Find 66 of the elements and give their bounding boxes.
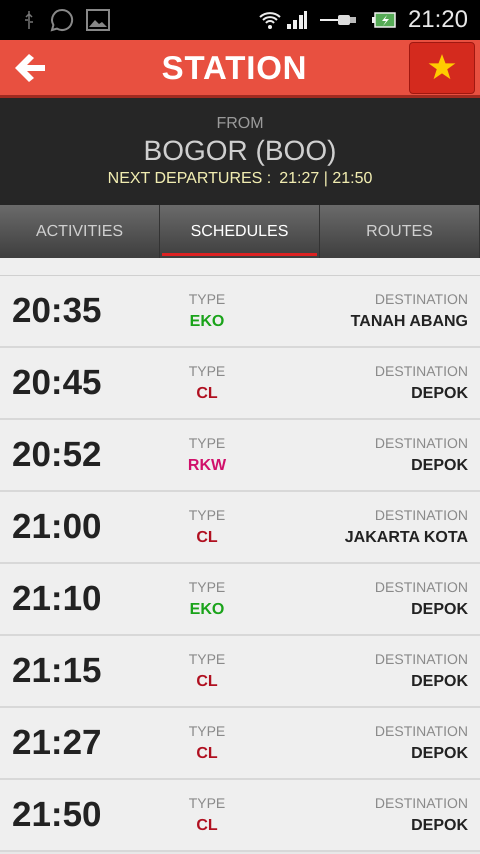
- type-label: TYPE: [188, 290, 226, 308]
- departure-time: 21:00: [12, 506, 103, 548]
- signal-icon: [286, 10, 308, 30]
- destination: TANAH ABANG: [350, 312, 468, 332]
- train-type: RKW: [188, 456, 226, 476]
- type-label: TYPE: [188, 650, 226, 668]
- departure-time: 21:15: [12, 650, 103, 692]
- train-type: CL: [196, 816, 218, 836]
- schedule-row[interactable]: 20:45 TYPE CL DESTINATION DEPOK: [0, 348, 480, 420]
- schedule-row[interactable]: 20:35 TYPE EKO DESTINATION TANAH ABANG: [0, 276, 480, 348]
- schedule-row[interactable]: 21:27 TYPE CL DESTINATION DEPOK: [0, 708, 480, 780]
- destination-label: DESTINATION: [374, 290, 468, 308]
- destination-label: DESTINATION: [374, 362, 468, 380]
- train-type: CL: [196, 528, 218, 548]
- departure-time: 21:10: [12, 578, 103, 620]
- departure-time: 20:45: [12, 362, 103, 404]
- schedule-row[interactable]: 21:50 TYPE CL DESTINATION DEPOK: [0, 780, 480, 852]
- type-label: TYPE: [188, 722, 226, 740]
- next-departure-times: 21:27 | 21:50: [279, 168, 372, 188]
- back-arrow-icon: [13, 52, 47, 84]
- schedule-row[interactable]: 20:52 TYPE RKW DESTINATION DEPOK: [0, 420, 480, 492]
- next-departures-label: NEXT DEPARTURES :: [108, 168, 272, 188]
- destination: DEPOK: [411, 600, 468, 620]
- wifi-icon: [258, 10, 282, 30]
- departure-time: 21:50: [12, 794, 103, 836]
- type-label: TYPE: [188, 578, 226, 596]
- destination: DEPOK: [411, 744, 468, 764]
- departure-time: 20:52: [12, 434, 103, 476]
- favorite-button[interactable]: [409, 42, 475, 94]
- tab[interactable]: SCHEDULES: [160, 205, 320, 258]
- from-label: FROM: [216, 114, 264, 134]
- tab[interactable]: ACTIVITIES: [0, 205, 160, 258]
- header-title: STATION: [160, 48, 308, 88]
- battery-charging-icon: [372, 12, 396, 28]
- destination-label: DESTINATION: [374, 578, 468, 596]
- usb-icon: [24, 10, 34, 30]
- status-time: 21:20: [408, 5, 468, 35]
- train-type: CL: [196, 384, 218, 404]
- tab[interactable]: ROUTES: [320, 205, 480, 258]
- train-type: EKO: [190, 312, 224, 332]
- destination-label: DESTINATION: [374, 722, 468, 740]
- destination: DEPOK: [411, 816, 468, 836]
- star-icon: [428, 54, 456, 81]
- departure-time: 21:27: [12, 722, 103, 764]
- train-type: EKO: [190, 600, 224, 620]
- destination: DEPOK: [411, 672, 468, 692]
- destination: JAKARTA KOTA: [344, 528, 468, 548]
- type-label: TYPE: [188, 794, 226, 812]
- type-label: TYPE: [188, 362, 226, 380]
- destination: DEPOK: [411, 384, 468, 404]
- schedule-row[interactable]: 21:10 TYPE EKO DESTINATION DEPOK: [0, 564, 480, 636]
- type-label: TYPE: [188, 434, 226, 452]
- station-name: BOGOR (BOO): [144, 134, 336, 168]
- destination-label: DESTINATION: [374, 650, 468, 668]
- train-type: CL: [196, 744, 218, 764]
- image-icon: [86, 9, 110, 31]
- destination: DEPOK: [411, 456, 468, 476]
- train-type: CL: [196, 672, 218, 692]
- schedule-row[interactable]: 21:00 TYPE CL DESTINATION JAKARTA KOTA: [0, 492, 480, 564]
- type-label: TYPE: [188, 506, 226, 524]
- schedule-row[interactable]: 21:15 TYPE CL DESTINATION DEPOK: [0, 636, 480, 708]
- chat-bubble-icon: [50, 8, 74, 32]
- destination-label: DESTINATION: [374, 434, 468, 452]
- destination-label: DESTINATION: [374, 794, 468, 812]
- destination-label: DESTINATION: [374, 506, 468, 524]
- departure-time: 20:35: [12, 290, 103, 332]
